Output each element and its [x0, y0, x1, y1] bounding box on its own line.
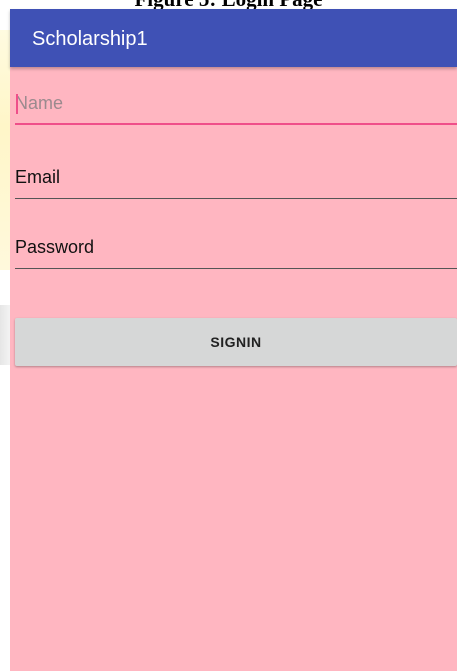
password-field-underline: [15, 268, 457, 269]
signin-button[interactable]: SIGNIN: [15, 318, 457, 366]
name-field[interactable]: [15, 85, 457, 121]
name-field-underline: [15, 123, 457, 125]
app-bar: Scholarship1: [10, 9, 457, 67]
login-screen: SIGNIN: [10, 67, 457, 671]
password-field[interactable]: [15, 229, 457, 265]
email-field[interactable]: [15, 159, 457, 195]
text-cursor: [16, 94, 18, 114]
app-title: Scholarship1: [32, 28, 148, 50]
name-field-container: [15, 85, 457, 125]
left-edge-decoration: [0, 30, 10, 270]
password-field-container: [15, 229, 457, 269]
left-edge-shadow: [0, 305, 10, 365]
email-field-underline: [15, 198, 457, 199]
email-field-container: [15, 159, 457, 199]
